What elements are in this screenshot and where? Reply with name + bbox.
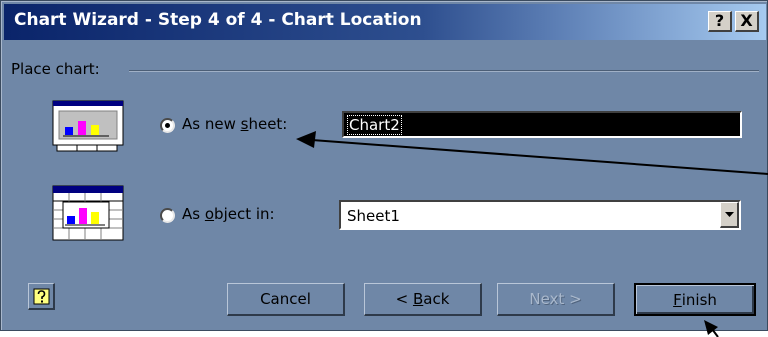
arrow-line-to-sheet-label	[311, 139, 768, 175]
annotation-arrows	[296, 131, 768, 337]
arrowhead-sheet-label	[296, 131, 316, 148]
